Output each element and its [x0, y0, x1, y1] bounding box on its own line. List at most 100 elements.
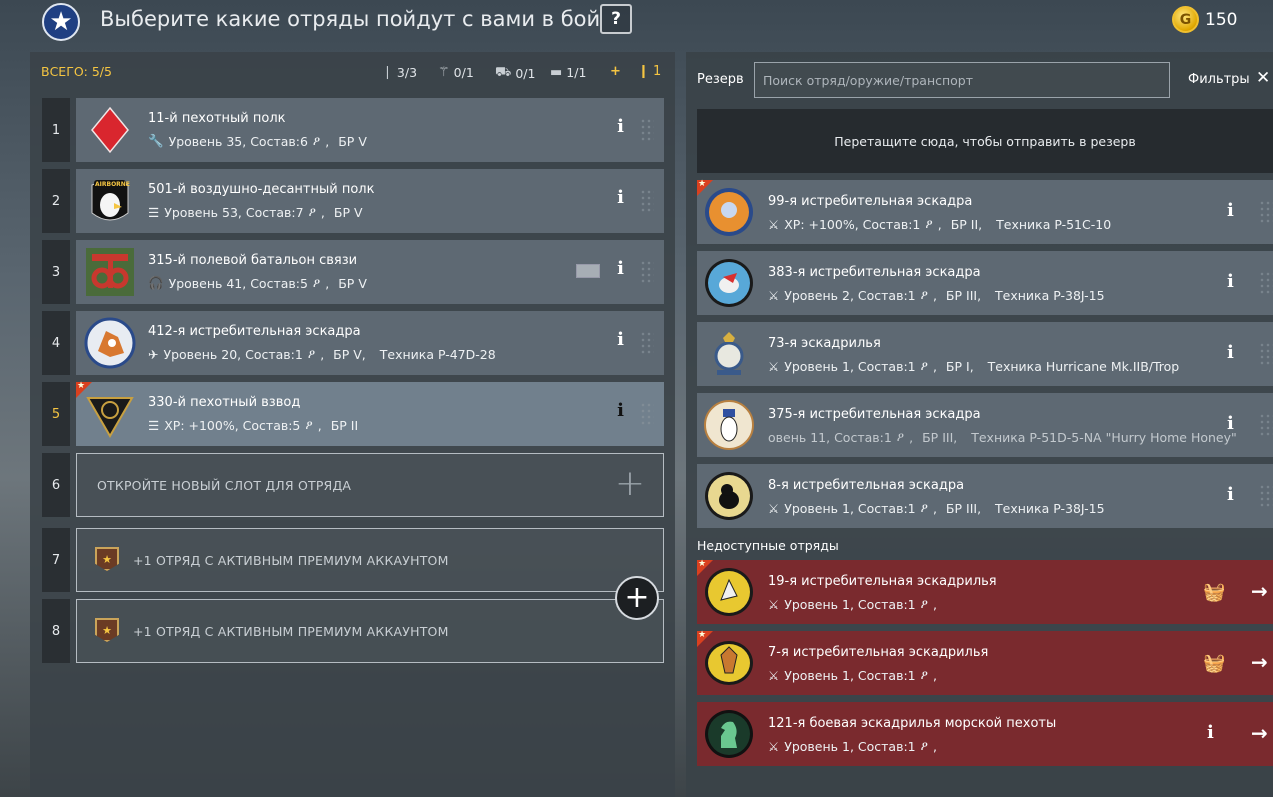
info-button[interactable]: i [1207, 722, 1214, 743]
person-icon: ዖ [920, 667, 928, 682]
info-button[interactable]: i [617, 329, 624, 350]
person-icon: ዖ [920, 500, 928, 515]
drag-handle-icon[interactable] [1259, 484, 1273, 508]
empty-slot[interactable]: 6 ОТКРОЙТЕ НОВЫЙ СЛОТ ДЛЯ ОТРЯДА + [42, 453, 664, 517]
squad-info: ✈ Уровень 20, Состав:1 ዖ, БР V, Техника P-… [148, 346, 496, 362]
person-icon: ዖ [925, 216, 933, 231]
squad-info: ☰ Уровень 53, Состав:7 ዖ, БР V [148, 204, 363, 220]
drag-handle-icon[interactable] [640, 189, 654, 213]
slot-number: 7 [42, 528, 70, 592]
black-cat-emblem-icon [703, 470, 755, 522]
plus-icon[interactable]: + [615, 466, 645, 502]
squad-counter-bar: ВСЕГО: 5/5 ❘ 3/3 ⚚ 0/1 ⛟ 0/1 ▬ 1/1 + ❙ 1 [30, 52, 675, 92]
ammo-counter: ❙ 1 [638, 64, 662, 79]
premium-slot[interactable]: 8 ★ +1 ОТРЯД С АКТИВНЫМ ПРЕМИУМ АККАУНТО… [42, 599, 664, 663]
drag-handle-icon[interactable] [640, 331, 654, 355]
arrow-right-icon[interactable]: → [1251, 579, 1268, 603]
squad-card-selected[interactable]: ★ 330-й пехотный взвод ☰ XP: +100%, Соста… [76, 381, 664, 446]
squad-slot[interactable]: 3 315-й полевой батальон связи 🎧 Уровень … [42, 240, 664, 304]
add-circle-button[interactable]: + [615, 576, 659, 620]
person-icon: ዖ [920, 287, 928, 302]
premium-slot-text: +1 ОТРЯД С АКТИВНЫМ ПРЕМИУМ АККАУНТОМ [133, 553, 449, 568]
crossed-swords-icon: ⚔ [768, 596, 780, 612]
info-button[interactable]: i [617, 116, 624, 137]
drag-handle-icon[interactable] [1259, 200, 1273, 224]
drag-handle-icon[interactable] [1259, 271, 1273, 295]
squad-slot[interactable]: 1 11-й пехотный полк 🔧 Уровень 35, Состав… [42, 98, 664, 162]
fox-squadron-emblem-icon [84, 317, 136, 369]
info-button[interactable]: i [1227, 413, 1234, 434]
premium-slot-text: +1 ОТРЯД С АКТИВНЫМ ПРЕМИУМ АККАУНТОМ [133, 624, 449, 639]
premium-rank-icon: ★ [95, 547, 119, 571]
reserve-panel: Резерв Фильтры ✕ Перетащите сюда, чтобы … [686, 52, 1273, 797]
squad-info: ⚔ Уровень 1, Состав:1 ዖ, БР III, Техника P… [768, 500, 1105, 516]
reserve-drop-zone[interactable]: Перетащите сюда, чтобы отправить в резер… [697, 109, 1273, 173]
reserve-squad-card[interactable]: 383-я истребительная эскадра ⚔ Уровень 2,… [697, 251, 1273, 315]
person-icon: ዖ [308, 204, 316, 219]
us-star-icon: ★ [42, 3, 80, 41]
wrench-icon: 🔧 [148, 133, 164, 148]
person-icon: ዖ [307, 346, 316, 361]
reserve-squad-card[interactable]: 73-я эскадрилья ⚔ Уровень 1, Состав:1 ዖ, Б… [697, 322, 1273, 386]
squad-info: овень 11, Состав:1 ዖ, БР III, Техника P-5… [768, 429, 1237, 445]
squad-name: 19-я истребительная эскадрилья [768, 574, 997, 589]
locked-squad-card[interactable]: 121-я боевая эскадрилья морской пехоты ⚔… [697, 702, 1273, 766]
squad-slot[interactable]: 4 412-я истребительная эскадра ✈ Уровень … [42, 311, 664, 375]
drag-handle-icon[interactable] [1259, 413, 1273, 437]
squad-name: 99-я истребительная эскадра [768, 194, 973, 209]
premium-slot[interactable]: 7 ★ +1 ОТРЯД С АКТИВНЫМ ПРЕМИУМ АККАУНТО… [42, 528, 664, 592]
filters-label[interactable]: Фильтры [1188, 72, 1250, 87]
squad-card[interactable]: 315-й полевой батальон связи 🎧 Уровень 41… [76, 240, 664, 304]
filter-close-icon[interactable]: ✕ [1256, 68, 1270, 88]
squad-info: 🔧 Уровень 35, Состав:6 ዖ, БР V [148, 133, 367, 149]
premium-slot-card[interactable]: ★ +1 ОТРЯД С АКТИВНЫМ ПРЕМИУМ АККАУНТОМ [76, 528, 664, 592]
reserve-squad-card[interactable]: 375-я истребительная эскадра овень 11, С… [697, 393, 1273, 457]
vehicle-counter: ⛟ 0/1 [495, 65, 536, 81]
basket-icon[interactable]: 🧺 [1203, 653, 1225, 674]
squad-slot[interactable]: 5 ★ 330-й пехотный взвод ☰ XP: +100%, Сос… [42, 381, 664, 446]
info-button[interactable]: i [617, 258, 624, 279]
squad-name: 73-я эскадрилья [768, 336, 881, 351]
arrow-right-icon[interactable]: → [1251, 650, 1268, 674]
squad-card[interactable]: AIRBORNE 501-й воздушно-десантный полк ☰… [76, 169, 664, 233]
drag-handle-icon[interactable] [640, 118, 654, 142]
unlock-slot-card[interactable]: ОТКРОЙТЕ НОВЫЙ СЛОТ ДЛЯ ОТРЯДА + [76, 453, 664, 517]
squad-card[interactable]: 412-я истребительная эскадра ✈ Уровень 20… [76, 311, 664, 375]
reserve-squad-card[interactable]: 8-я истребительная эскадра ⚔ Уровень 1, С… [697, 464, 1273, 528]
drag-handle-icon[interactable] [640, 260, 654, 284]
drag-handle-icon[interactable] [640, 402, 654, 426]
person-icon: ዖ [312, 133, 321, 148]
total-count: ВСЕГО: 5/5 [41, 64, 112, 79]
bullet-icon: ❘ [382, 65, 393, 80]
squadron-73-crest-icon [703, 328, 755, 380]
crossed-swords-icon: ⚔ [768, 358, 780, 374]
search-input[interactable] [754, 62, 1170, 98]
squad-card[interactable]: 11-й пехотный полк 🔧 Уровень 35, Состав:6… [76, 98, 664, 162]
crossed-swords-icon: ⚔ [768, 287, 780, 303]
locked-squad-card[interactable]: ★ 19-я истребительная эскадрилья ⚔ Уровен… [697, 559, 1273, 624]
arrow-right-icon[interactable]: → [1251, 721, 1268, 745]
squad-info: 🎧 Уровень 41, Состав:5 ዖ, БР V [148, 275, 367, 291]
info-button[interactable]: i [1227, 342, 1234, 363]
info-button[interactable]: i [617, 187, 624, 208]
drag-handle-icon[interactable] [1259, 342, 1273, 366]
help-button[interactable]: ? [600, 4, 632, 34]
premium-slot-card[interactable]: ★ +1 ОТРЯД С АКТИВНЫМ ПРЕМИУМ АККАУНТОМ [76, 599, 664, 663]
reserve-squad-card[interactable]: ★ 99-я истребительная эскадра ⚔ XP: +100%… [697, 179, 1273, 244]
premium-rank-icon: ★ [95, 618, 119, 642]
infantry-platoon-emblem-icon [84, 388, 136, 440]
top-bar: ★ Выберите какие отряды пойдут с вами в … [0, 0, 1273, 48]
info-button[interactable]: i [1227, 271, 1234, 292]
basket-icon[interactable]: 🧺 [1203, 582, 1225, 603]
info-button[interactable]: i [617, 400, 624, 421]
squadron-375-emblem-icon [703, 399, 755, 451]
list-icon: ☰ [148, 417, 160, 433]
squad-slot[interactable]: 2 AIRBORNE 501-й воздушно-десантный полк… [42, 169, 664, 233]
info-button[interactable]: i [1227, 200, 1234, 221]
info-button[interactable]: i [1227, 484, 1234, 505]
squad-name: 8-я истребительная эскадра [768, 478, 965, 493]
squadron-99-emblem-icon [703, 186, 755, 238]
locked-squad-card[interactable]: ★ 7-я истребительная эскадрилья ⚔ Уровень… [697, 630, 1273, 695]
squadron-383-emblem-icon [703, 257, 755, 309]
slot-number: 8 [42, 599, 70, 663]
